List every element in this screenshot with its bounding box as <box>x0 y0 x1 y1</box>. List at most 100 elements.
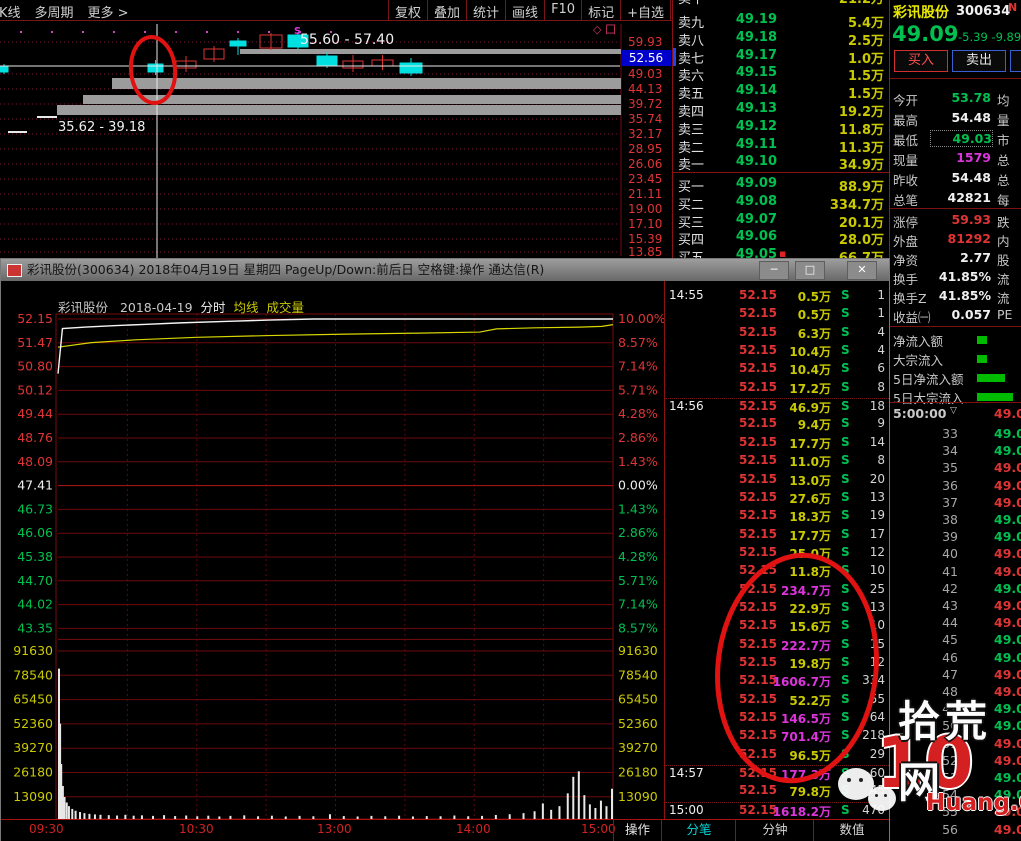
trade-row[interactable]: 52.15 19.8万 S 12 <box>665 655 889 673</box>
ticker-row[interactable]: 38 49.0 <box>890 512 1021 531</box>
ticker-row[interactable]: 35 49.0 <box>890 460 1021 479</box>
trade-row[interactable]: 52.15 11.0万 S 8 <box>665 453 889 471</box>
trade-row[interactable]: 52.15 0.5万 S 1 <box>665 306 889 324</box>
orderbook-row-sell[interactable]: 卖五 49.14 1.5万 <box>673 83 890 103</box>
orderbook-level-label: 卖五 <box>678 87 705 103</box>
ticker-row[interactable]: 36 49.0 <box>890 478 1021 497</box>
ticker-row[interactable]: 43 49.0 <box>890 598 1021 617</box>
orderbook-row-sell[interactable]: 卖二 49.11 11.3万 <box>673 136 890 156</box>
trade-row[interactable]: 52.15 22.9万 S 13 <box>665 600 889 618</box>
ticker-row[interactable]: 56 49.0 <box>890 822 1021 841</box>
trade-row[interactable]: 52.15 15.6万 S 10 <box>665 618 889 636</box>
kline-chart[interactable]: 55.60 - 57.40 35.62 - 39.18 S <box>0 20 672 258</box>
trade-row[interactable]: 52.15 6.3万 S 4 <box>665 325 889 343</box>
ticker-row[interactable]: 40 49.0 <box>890 546 1021 565</box>
orderbook-row-sell[interactable]: 卖三 49.12 11.8万 <box>673 119 890 138</box>
trade-row[interactable]: 52.15 10.4万 S 6 <box>665 361 889 379</box>
volume-profile-bar <box>83 95 621 104</box>
orderbook-volume: 11.3万 <box>838 140 884 156</box>
trade-row[interactable]: 52.15 13.0万 S 20 <box>665 472 889 490</box>
ticker-price: 49.0 <box>994 546 1021 562</box>
kline-axis-label: 49.03 <box>628 67 663 81</box>
trade-row[interactable]: 52.15 18.3万 S 19 <box>665 508 889 526</box>
trade-row[interactable]: 52.15 10.4万 S 4 <box>665 343 889 361</box>
ticker-row[interactable]: 45 49.0 <box>890 632 1021 651</box>
orderbook-level-label: 买二 <box>678 197 705 213</box>
trade-volume: 6.3万 <box>797 326 831 341</box>
trade-row[interactable]: 52.15 9.4万 S 9 <box>665 416 889 434</box>
trade-row[interactable]: 14:56 52.15 46.9万 S 18 <box>665 398 889 417</box>
price-axis-label: 46.73 <box>17 501 53 516</box>
ticker-row[interactable]: 46 49.0 <box>890 650 1021 669</box>
ticker-row[interactable]: 44 49.0 <box>890 615 1021 634</box>
ticker-time: 5:00:00 <box>893 406 947 421</box>
trade-row[interactable]: 52.15 701.4万 S 218 <box>665 728 889 746</box>
fund-flow-bar <box>977 393 1013 401</box>
ticker-row[interactable]: 37 49.0 <box>890 495 1021 514</box>
orderbook-row-sell10[interactable]: 卖十 49.20* 21.2万 <box>673 0 890 7</box>
ticker-row[interactable]: 42 49.0 <box>890 581 1021 600</box>
chart-mini-icons[interactable]: ◇ 囗 <box>593 21 616 37</box>
orderbook-level-label: 卖四 <box>678 105 705 120</box>
orderbook-level-label: 卖一 <box>678 158 705 174</box>
trade-row[interactable]: 52.15 52.2万 S 55 <box>665 692 889 710</box>
trade-volume: 701.4万 <box>781 730 831 745</box>
trade-row[interactable]: 52.15 146.5万 S 64 <box>665 710 889 728</box>
orderbook-row-sell[interactable]: 卖九 49.19 5.4万 <box>673 12 890 31</box>
volume-bar <box>605 806 608 819</box>
candlestick <box>316 55 338 66</box>
trade-volume: 17.2万 <box>789 381 831 396</box>
operation-tab[interactable]: 操作 <box>613 820 661 841</box>
stat-label: 换手Z <box>893 291 927 306</box>
orderbook-row-buy[interactable]: 买四 49.06 28.0万 <box>673 229 890 248</box>
orderbook-price: 49.11 <box>735 136 777 152</box>
tab-分钟[interactable]: 分钟 <box>735 820 814 841</box>
trade-volume: 22.9万 <box>789 601 831 616</box>
orderbook-row-sell[interactable]: 卖一 49.10 34.9万 <box>673 154 890 174</box>
ticker-row[interactable]: 39 49.0 <box>890 529 1021 548</box>
stat-label-right: 每 <box>997 193 1010 208</box>
trade-row[interactable]: 52.15 234.7万 S 25 <box>665 582 889 600</box>
orderbook-row-sell[interactable]: 卖六 49.15 1.5万 <box>673 65 890 85</box>
kline-axis-label: 32.17 <box>628 127 663 141</box>
trade-row[interactable]: 52.15 17.7万 S 14 <box>665 435 889 453</box>
orderbook-volume: 1.5万 <box>847 69 884 85</box>
ticker-row[interactable]: 47 49.0 <box>890 667 1021 686</box>
buy-button[interactable]: 买入 <box>894 50 948 72</box>
trade-row[interactable]: 52.15 1606.7万 S 334 <box>665 673 889 691</box>
trade-row[interactable]: 52.15 222.7万 S 15 <box>665 637 889 655</box>
trade-row[interactable]: 52.15 17.7万 S 17 <box>665 527 889 545</box>
ticker-second: 33 <box>942 426 958 441</box>
volume-bar <box>67 806 70 819</box>
grid-dot <box>82 31 84 33</box>
price-axis-label: 51.47 <box>17 335 53 350</box>
trade-row[interactable]: 52.15 11.8万 S 10 <box>665 563 889 581</box>
orderbook-level-label: 卖十 <box>678 0 704 7</box>
ticker-row[interactable]: 33 49.0 <box>890 426 1021 445</box>
orderbook-row-buy[interactable]: 买三 49.07 20.1万 <box>673 212 890 231</box>
orderbook-volume: 1.0万 <box>847 51 884 67</box>
trade-row[interactable]: 52.15 25.0万 S 12 <box>665 545 889 563</box>
ticker-row[interactable]: 41 49.0 <box>890 564 1021 583</box>
trade-row[interactable]: 15:00 52.15 1618.2万 S 470 <box>665 801 889 821</box>
orderbook-row-buy[interactable]: 买二 49.08 334.7万 <box>673 194 890 213</box>
trade-volume: 18.3万 <box>789 510 831 525</box>
query-button[interactable]: 查 <box>1010 50 1021 72</box>
stock-name[interactable]: 彩讯股份 <box>893 2 949 22</box>
trade-row[interactable]: 14:55 52.15 0.5万 S 1 <box>665 288 889 306</box>
price-axis-label: 52.15 <box>17 311 53 326</box>
ticker-row[interactable]: 34 49.0 <box>890 443 1021 462</box>
trade-row[interactable]: 52.15 17.2万 S 8 <box>665 380 889 398</box>
tab-分笔[interactable]: 分笔 <box>661 820 736 841</box>
trade-row[interactable]: 52.15 27.6万 S 13 <box>665 490 889 508</box>
tab-数值[interactable]: 数值 <box>813 820 890 841</box>
orderbook-row-buy[interactable]: 买一 49.09 88.9万 <box>673 176 890 195</box>
trade-row[interactable]: 52.15 96.5万 S 29 <box>665 747 889 765</box>
orderbook-row-sell[interactable]: 卖四 49.13 19.2万 <box>673 101 890 120</box>
orderbook-row-sell[interactable]: 卖八 49.18 2.5万 <box>673 30 890 49</box>
ticker-header[interactable]: 5:00:00 ▽ 49.0 <box>890 406 1021 425</box>
trade-count: 13 <box>869 489 885 504</box>
orderbook-row-sell[interactable]: 卖七 49.17 1.0万 <box>673 48 890 67</box>
orderbook-price: 49.09 <box>735 176 777 191</box>
sell-button[interactable]: 卖出 <box>952 50 1006 72</box>
